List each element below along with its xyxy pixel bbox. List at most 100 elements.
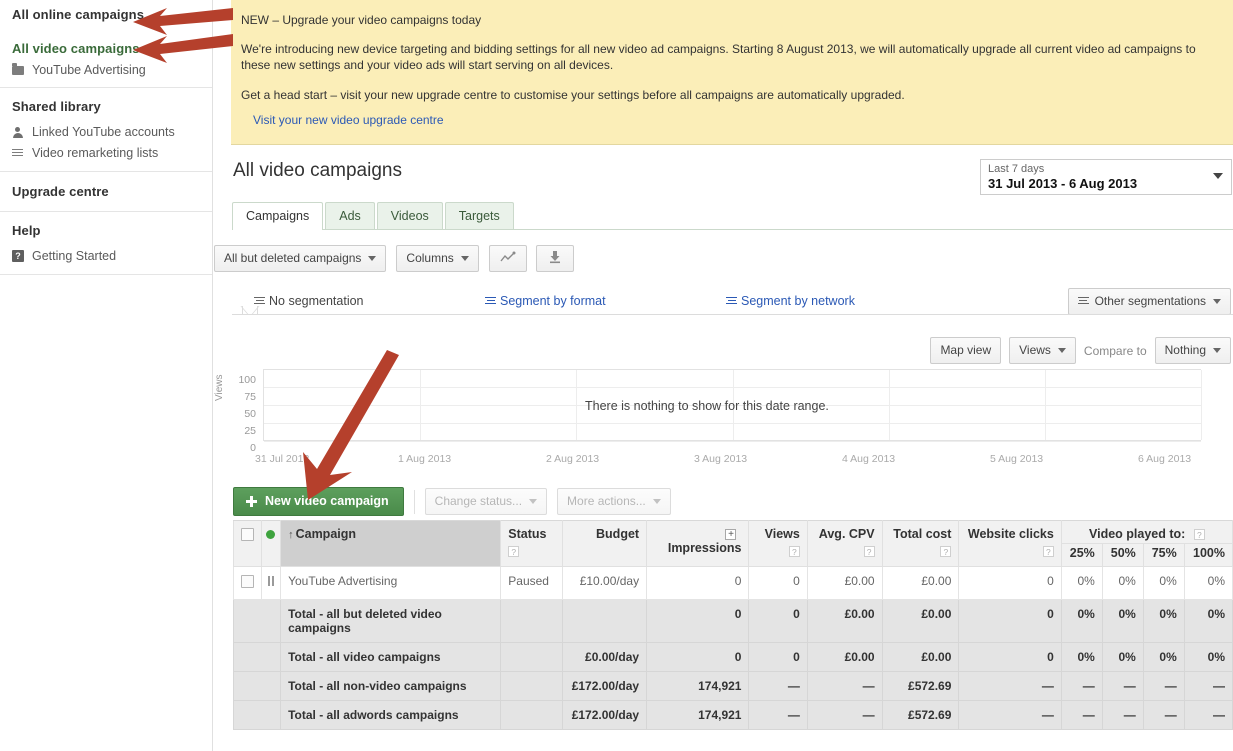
- row-website-clicks: 0: [958, 642, 1062, 672]
- column-header-vpt-25[interactable]: 25%: [1060, 543, 1103, 567]
- map-view-button[interactable]: Map view: [930, 337, 1002, 364]
- date-range-preset: Last 7 days: [988, 163, 1045, 175]
- column-label: Views: [764, 527, 800, 541]
- chart-empty-message: There is nothing to show for this date r…: [585, 399, 829, 413]
- sidebar-item-getting-started[interactable]: ? Getting Started: [0, 246, 212, 274]
- table-row[interactable]: YouTube Advertising Paused £10.00/day 0 …: [233, 566, 1233, 600]
- line-chart-icon: [500, 251, 516, 267]
- pause-icon: [267, 576, 275, 586]
- row-vpt-100: 0%: [1183, 599, 1233, 643]
- help-icon[interactable]: ?: [508, 546, 520, 558]
- column-header-budget[interactable]: Budget: [561, 520, 648, 567]
- column-label: Website clicks: [967, 527, 1054, 541]
- help-icon[interactable]: ?: [788, 546, 800, 558]
- help-icon[interactable]: ?: [940, 546, 952, 558]
- toggle-graph-button[interactable]: [488, 245, 527, 272]
- column-header-vpt-100[interactable]: 100%: [1183, 543, 1233, 567]
- banner-upgrade-centre-link[interactable]: Visit your new video upgrade centre: [253, 113, 444, 127]
- tab-active-gap: [233, 229, 307, 231]
- row-vpt-50: 0%: [1101, 642, 1144, 672]
- chart-x-tick: 31 Jul 2013: [255, 453, 310, 465]
- help-icon[interactable]: ?: [1193, 529, 1205, 541]
- more-actions-dropdown[interactable]: More actions...: [557, 488, 671, 515]
- table-row: Total - all adwords campaigns £172.00/da…: [233, 700, 1233, 730]
- date-range-selector[interactable]: Last 7 days 31 Jul 2013 - 6 Aug 2013: [980, 159, 1232, 195]
- table-header-row: ↑ Campaign Status ? Budget +Impressions V…: [233, 520, 1233, 567]
- compare-to-dropdown[interactable]: Nothing: [1154, 337, 1231, 364]
- upgrade-notification-banner: NEW – Upgrade your video campaigns today…: [231, 0, 1233, 145]
- views-label: Views: [1019, 343, 1051, 357]
- segment-by-network[interactable]: Segment by network: [726, 294, 855, 308]
- row-campaign-name[interactable]: YouTube Advertising: [280, 566, 502, 600]
- segment-icon: [1077, 296, 1089, 306]
- help-icon: ?: [12, 250, 27, 262]
- download-report-button[interactable]: [535, 245, 574, 272]
- column-header-video-played-to: Video played to: ?: [1060, 520, 1233, 544]
- row-status-icon-cell: [261, 642, 281, 672]
- row-status-icon-cell: [261, 671, 281, 701]
- chart-x-tick: 5 Aug 2013: [990, 453, 1044, 465]
- sidebar-item-all-video-campaigns[interactable]: All video campaigns: [0, 30, 212, 60]
- segmentation-notch: [242, 306, 258, 315]
- column-header-status[interactable]: Status ?: [500, 520, 563, 567]
- row-select-cell: [233, 599, 262, 643]
- new-video-campaign-button[interactable]: New video campaign: [233, 487, 404, 516]
- column-header-avg-cpv[interactable]: Avg. CPV ?: [806, 520, 883, 567]
- row-budget: [561, 599, 648, 643]
- column-header-website-clicks[interactable]: Website clicks ?: [958, 520, 1062, 567]
- column-header-vpt-75[interactable]: 75%: [1142, 543, 1185, 567]
- select-all-checkbox[interactable]: [240, 528, 254, 541]
- column-header-impressions[interactable]: +Impressions: [646, 520, 750, 567]
- row-vpt-75: 0%: [1142, 599, 1185, 643]
- row-total-cost: £572.69: [881, 700, 960, 730]
- table-body: YouTube Advertising Paused £10.00/day 0 …: [233, 566, 1233, 730]
- sidebar-item-upgrade-centre[interactable]: Upgrade centre: [0, 172, 212, 211]
- column-label: Budget: [596, 527, 640, 541]
- segment-no-segmentation[interactable]: No segmentation: [254, 294, 364, 308]
- other-segmentations-dropdown[interactable]: Other segmentations: [1067, 288, 1231, 315]
- column-header-campaign[interactable]: ↑ Campaign: [280, 520, 502, 567]
- status-dot-header: [260, 520, 282, 567]
- column-label: Avg. CPV: [818, 527, 875, 541]
- columns-dropdown[interactable]: Columns: [396, 245, 479, 272]
- segment-label: No segmentation: [269, 294, 364, 308]
- chart-x-tick: 3 Aug 2013: [694, 453, 748, 465]
- column-header-vpt-50[interactable]: 50%: [1101, 543, 1144, 567]
- segment-by-format[interactable]: Segment by format: [485, 294, 606, 308]
- tab-videos[interactable]: Videos: [376, 202, 443, 230]
- sidebar-section-campaigns: All online campaigns All video campaigns…: [0, 0, 212, 88]
- tab-ads[interactable]: Ads: [325, 202, 375, 230]
- segment-icon: [254, 296, 265, 306]
- row-budget: £10.00/day: [561, 566, 648, 600]
- expand-icon[interactable]: +: [725, 529, 737, 541]
- main-content: NEW – Upgrade your video campaigns today…: [214, 0, 1233, 751]
- tab-bar: Campaigns Ads Videos Targets: [232, 200, 516, 230]
- tab-targets[interactable]: Targets: [444, 202, 514, 230]
- views-metric-dropdown[interactable]: Views: [1009, 337, 1076, 364]
- sidebar-item-youtube-advertising[interactable]: YouTube Advertising: [0, 60, 212, 87]
- help-icon[interactable]: ?: [863, 546, 875, 558]
- help-icon[interactable]: ?: [1042, 546, 1054, 558]
- chart-x-tick: 6 Aug 2013: [1138, 453, 1192, 465]
- row-vpt-25: 0%: [1060, 642, 1103, 672]
- tab-campaigns[interactable]: Campaigns: [232, 202, 324, 230]
- row-avg-cpv: —: [806, 700, 883, 730]
- row-vpt-50: 0%: [1101, 566, 1144, 600]
- row-avg-cpv: £0.00: [806, 642, 883, 672]
- change-status-dropdown[interactable]: Change status...: [424, 488, 548, 515]
- select-all-header: [233, 520, 262, 567]
- sidebar-item-linked-youtube-accounts[interactable]: Linked YouTube accounts: [0, 122, 212, 143]
- column-header-views[interactable]: Views ?: [748, 520, 808, 567]
- row-vpt-25: —: [1060, 700, 1103, 730]
- row-budget: £0.00/day: [561, 642, 648, 672]
- row-campaign-name: Total - all non-video campaigns: [280, 671, 502, 701]
- sidebar-item-all-online-campaigns[interactable]: All online campaigns: [0, 0, 212, 30]
- column-label: Video played to:: [1089, 527, 1186, 541]
- column-header-total-cost[interactable]: Total cost ?: [881, 520, 960, 567]
- sidebar-section-help: Help ? Getting Started: [0, 212, 212, 275]
- row-avg-cpv: —: [806, 671, 883, 701]
- chevron-down-icon: [460, 255, 469, 261]
- sidebar-item-video-remarketing-lists[interactable]: Video remarketing lists: [0, 143, 212, 171]
- campaign-filter-dropdown[interactable]: All but deleted campaigns: [214, 245, 387, 272]
- row-checkbox[interactable]: [240, 575, 254, 588]
